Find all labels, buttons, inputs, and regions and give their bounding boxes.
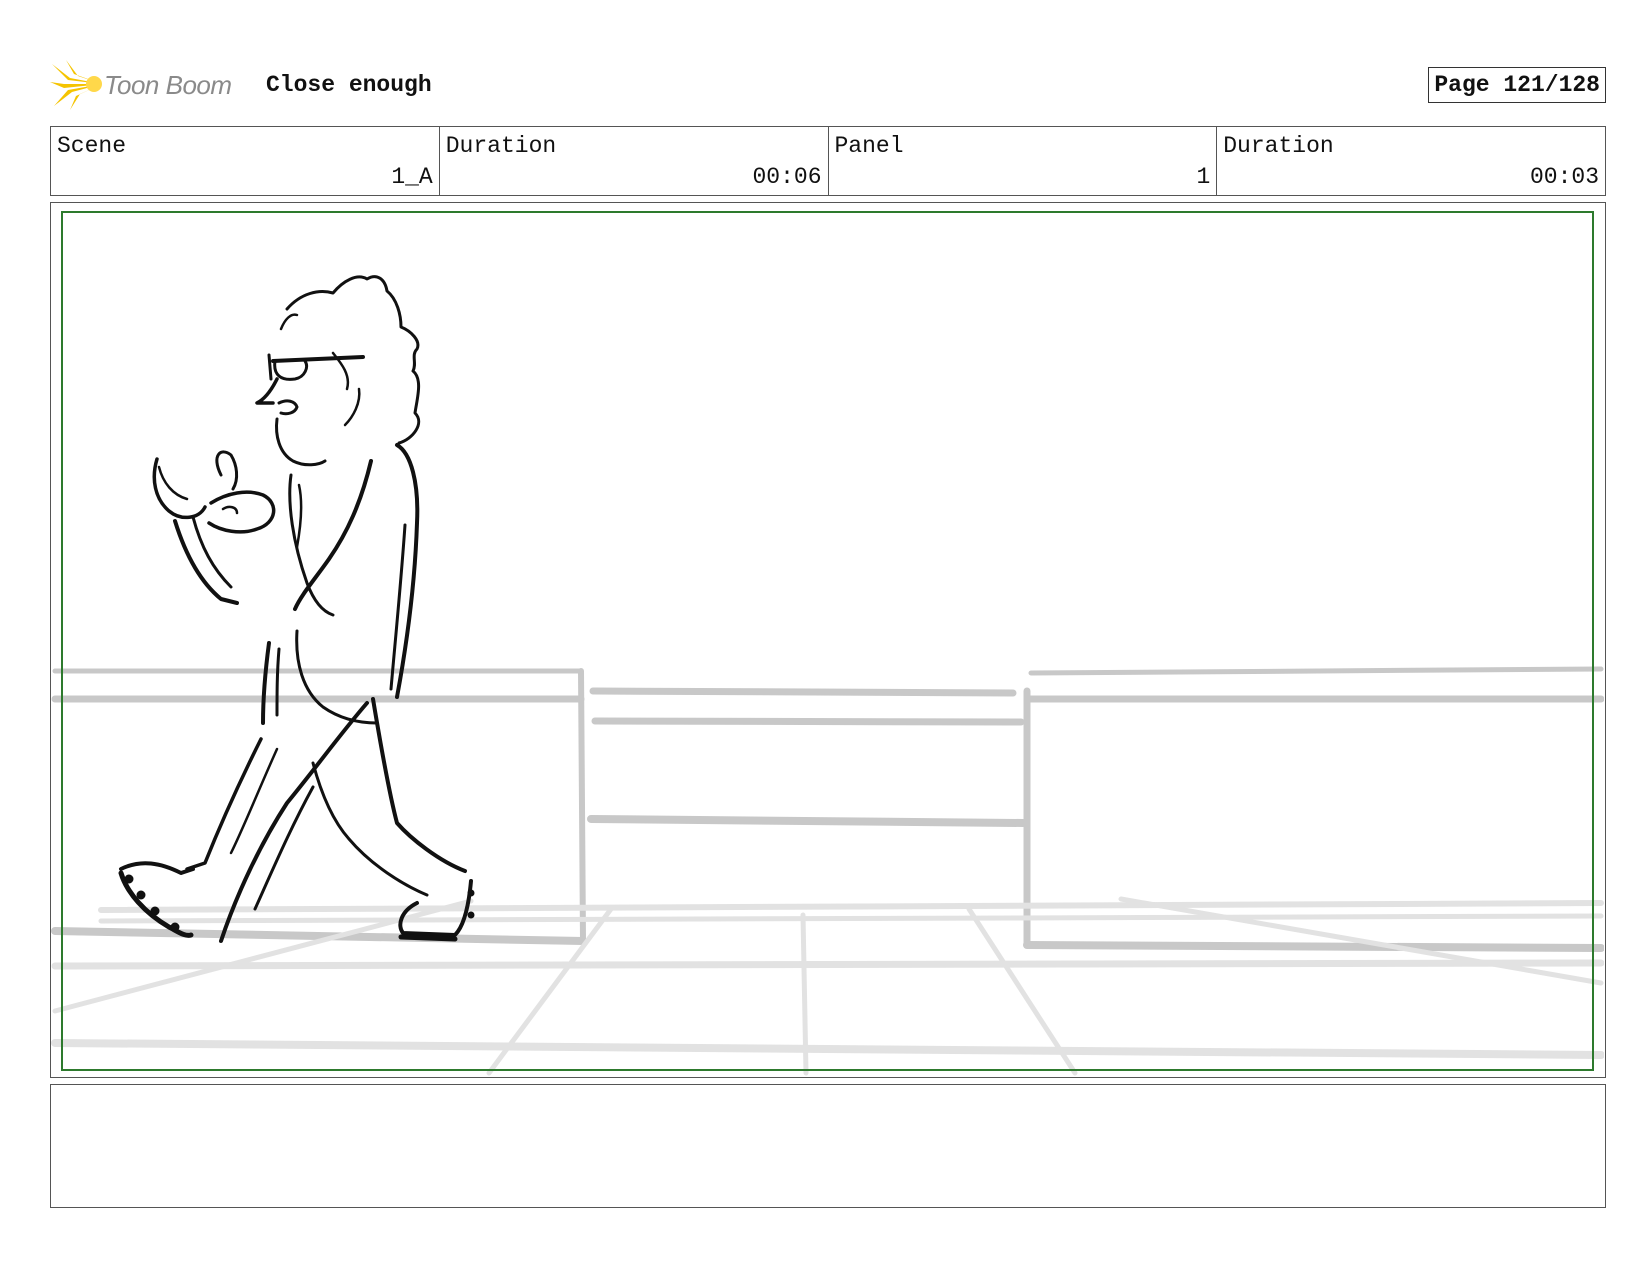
panel-notes-area xyxy=(50,1084,1606,1208)
toon-boom-logo: Toon Boom xyxy=(50,60,232,110)
panel-duration-cell: Duration 00:03 xyxy=(1217,127,1605,195)
page-header: Toon Boom Close enough Page 121/128 xyxy=(50,58,1608,110)
scene-value: 1_A xyxy=(391,164,433,190)
scene-duration-cell: Duration 00:06 xyxy=(440,127,829,195)
page-indicator: Page 121/128 xyxy=(1428,67,1606,103)
scene-duration-label: Duration xyxy=(445,133,557,159)
starburst-icon xyxy=(50,60,102,110)
scene-label: Scene xyxy=(57,133,127,159)
safe-frame xyxy=(61,211,1594,1071)
project-title: Close enough xyxy=(266,72,432,98)
panel-duration-label: Duration xyxy=(1223,133,1334,159)
panel-value: 1 xyxy=(1196,164,1211,190)
panel-duration-value: 00:03 xyxy=(1529,164,1599,190)
logo-text: Toon Boom xyxy=(104,69,232,100)
scene-cell: Scene 1_A xyxy=(51,127,440,195)
storyboard-panel xyxy=(50,202,1606,1078)
panel-label: Panel xyxy=(834,133,904,159)
panel-cell: Panel 1 xyxy=(829,127,1218,195)
panel-info-table: Scene 1_A Duration 00:06 Panel 1 Duratio… xyxy=(50,126,1606,196)
scene-duration-value: 00:06 xyxy=(752,164,822,190)
